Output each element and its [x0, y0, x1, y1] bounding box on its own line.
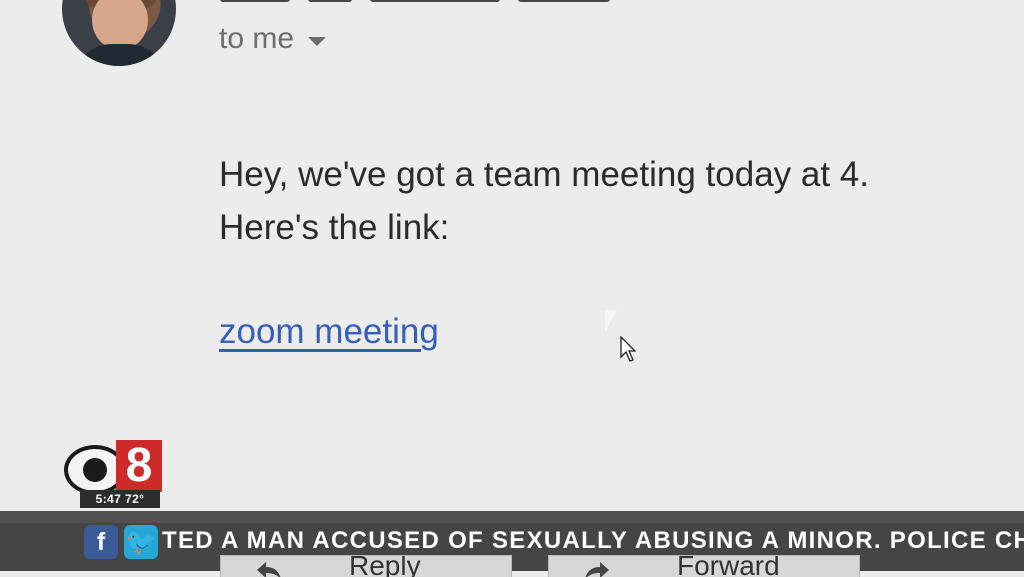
sender-name-cutoff	[220, 0, 980, 8]
mouse-cursor-icon	[620, 336, 636, 362]
recipient-details[interactable]: to me	[219, 22, 327, 56]
avatar-shirt	[72, 44, 168, 66]
social-icons: f 🐦	[84, 525, 160, 559]
reply-button[interactable]: Reply	[220, 555, 512, 577]
message-actions: Reply Forward	[0, 555, 1024, 577]
time-temperature: 5:47 72°	[80, 490, 160, 508]
message-body: Hey, we've got a team meeting today at 4…	[219, 148, 979, 254]
zoom-meeting-link[interactable]: zoom meeting	[219, 312, 439, 352]
cbs-8-mark: 8	[62, 440, 162, 495]
forward-label: Forward	[677, 555, 780, 577]
chevron-down-icon[interactable]	[308, 36, 327, 46]
sender-avatar[interactable]	[62, 0, 176, 66]
recipient-label: to me	[219, 22, 295, 55]
facebook-icon: f	[84, 525, 118, 559]
reply-icon	[257, 562, 281, 577]
station-logo: 8 5:47 72°	[62, 440, 162, 510]
avatar-face	[92, 0, 148, 50]
forward-icon	[585, 562, 609, 577]
station-number: 8	[116, 440, 162, 492]
twitter-icon: 🐦	[124, 525, 158, 559]
body-line-2: Here's the link:	[219, 208, 450, 247]
forward-button[interactable]: Forward	[548, 555, 860, 577]
reply-label: Reply	[349, 555, 421, 577]
body-line-1: Hey, we've got a team meeting today at 4…	[219, 155, 869, 194]
ghost-cursor-icon	[605, 310, 617, 332]
